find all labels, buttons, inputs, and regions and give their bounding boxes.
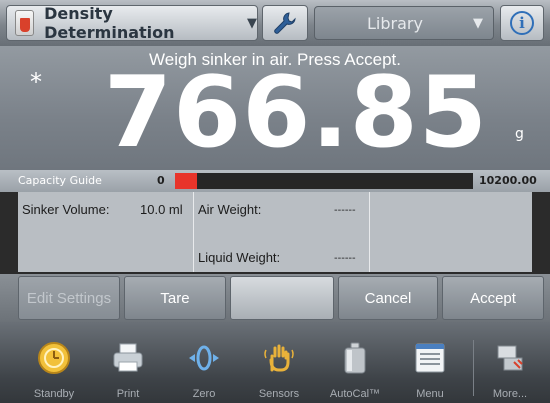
standby-label: Standby <box>33 388 75 400</box>
more-label: More... <box>492 388 528 400</box>
menu-list-icon <box>415 343 445 373</box>
empty-cell <box>370 192 532 272</box>
weight-reading: 766.85 <box>103 56 488 170</box>
air-weight-value: ------ <box>334 205 356 216</box>
print-button[interactable]: Print <box>96 340 160 400</box>
standby-icon <box>38 342 70 374</box>
capacity-min: 0 <box>157 174 165 187</box>
sensors-button[interactable]: Sensors <box>247 340 311 400</box>
liquid-weight-label: Liquid Weight: <box>198 250 281 265</box>
chevron-down-icon: ▼ <box>247 15 257 31</box>
capacity-guide-label: Capacity Guide <box>18 174 102 187</box>
weight-unit: g <box>515 126 524 142</box>
sinker-volume-value: 10.0 ml <box>140 202 183 217</box>
info-icon: i <box>510 11 534 35</box>
top-bar: Density Determination ▼ Library ▼ i <box>0 0 550 46</box>
blank-button <box>230 276 334 320</box>
info-button[interactable]: i <box>500 5 544 41</box>
library-label: Library <box>367 13 423 33</box>
settings-button[interactable] <box>262 5 308 41</box>
application-selector[interactable]: Density Determination ▼ <box>6 4 258 42</box>
chevron-down-icon: ▼ <box>473 15 483 31</box>
calibration-weight-icon <box>344 342 366 374</box>
results-panel: Sinker Volume: 10.0 ml Air Weight: -----… <box>18 192 532 272</box>
weight-display: Weigh sinker in air. Press Accept. * 766… <box>0 46 550 170</box>
autocal-label: AutoCal™ <box>329 388 381 400</box>
divider <box>473 340 474 396</box>
liquid-weight-value: ------ <box>334 253 356 264</box>
function-bar: Standby Print Zero Sensors AutoCal™ Menu… <box>0 322 550 403</box>
stable-indicator: * <box>30 68 42 96</box>
capacity-track <box>175 173 473 189</box>
zero-icon <box>189 345 219 371</box>
more-button[interactable]: More... <box>478 340 542 400</box>
density-app-icon <box>15 10 35 36</box>
accept-button[interactable]: Accept <box>442 276 544 320</box>
print-label: Print <box>116 388 140 400</box>
air-weight-label: Air Weight: <box>198 202 262 217</box>
capacity-fill <box>175 173 198 189</box>
standby-button[interactable]: Standby <box>22 340 86 400</box>
sinker-volume-label: Sinker Volume: <box>22 202 110 217</box>
cancel-button[interactable]: Cancel <box>338 276 438 320</box>
zero-label: Zero <box>192 388 216 400</box>
edit-settings-button[interactable]: Edit Settings <box>18 276 120 320</box>
more-tools-icon <box>497 345 523 371</box>
capacity-guide: Capacity Guide 0 10200.00 <box>0 170 550 192</box>
zero-button[interactable]: Zero <box>172 340 236 400</box>
weights-cell: Air Weight: ------ Liquid Weight: ------ <box>194 192 370 272</box>
application-name: Density Determination <box>44 4 175 42</box>
wrench-icon <box>274 12 296 34</box>
tare-button[interactable]: Tare <box>124 276 226 320</box>
autocal-button[interactable]: AutoCal™ <box>323 340 387 400</box>
menu-label: Menu <box>416 388 444 400</box>
printer-icon <box>113 343 143 372</box>
sinker-volume-cell: Sinker Volume: 10.0 ml <box>18 192 194 272</box>
capacity-max: 10200.00 <box>479 174 537 187</box>
library-dropdown[interactable]: Library ▼ <box>314 6 494 40</box>
sensors-label: Sensors <box>258 388 300 400</box>
hand-sensor-icon <box>264 344 294 372</box>
action-bar: Edit Settings Tare Cancel Accept <box>0 274 550 322</box>
menu-button[interactable]: Menu <box>398 340 462 400</box>
